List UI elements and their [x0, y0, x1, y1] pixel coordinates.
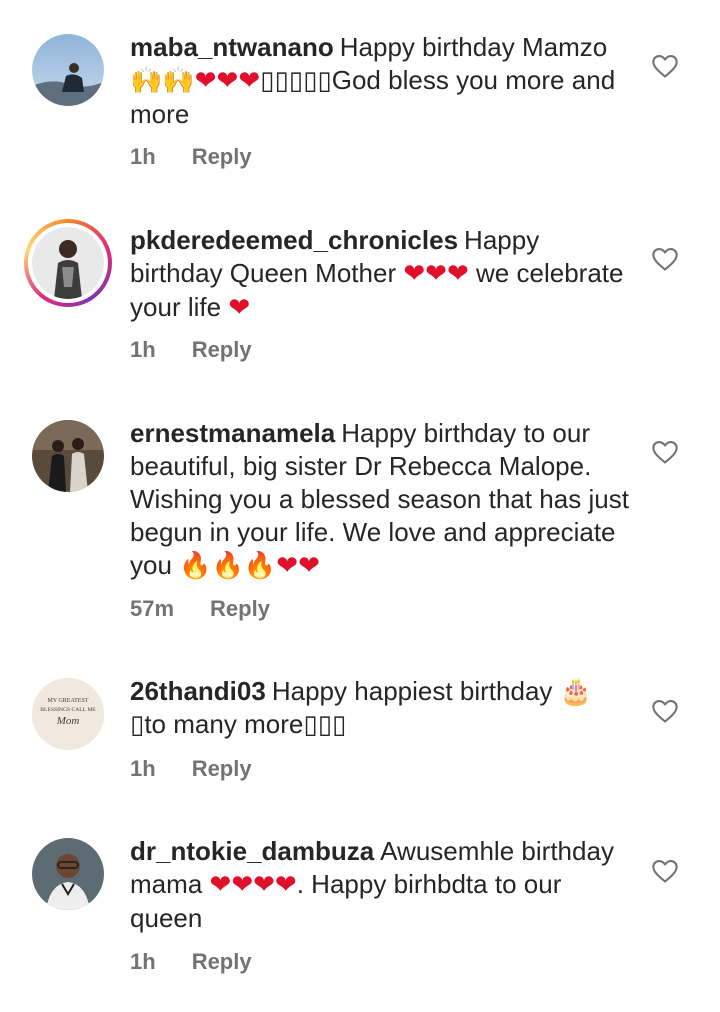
comment-text: maba_ntwanano Happy birthday Mamzo 🙌🙌❤❤❤▯… — [130, 31, 630, 131]
avatar[interactable] — [24, 219, 112, 307]
comment-username[interactable]: maba_ntwanano — [130, 32, 334, 62]
avatar-text-line: BLESSINGS CALL ME — [40, 707, 96, 713]
comment-username[interactable]: 26thandi03 — [130, 676, 266, 706]
avatar[interactable] — [32, 34, 104, 106]
heart-outline-icon[interactable] — [650, 245, 680, 273]
comment-text: dr_ntokie_dambuza Awusemhle birthday mama… — [130, 835, 630, 935]
comment-meta: 1h Reply — [130, 756, 252, 782]
comment-timestamp: 1h — [130, 144, 156, 169]
comment-username[interactable]: ernestmanamela — [130, 418, 335, 448]
comment-text: pkderedeemed_chronicles Happy birthday Qu… — [130, 224, 630, 325]
comment-meta: 57m Reply — [130, 596, 270, 622]
comment-meta: 1h Reply — [130, 949, 252, 975]
avatar[interactable] — [32, 838, 104, 910]
reply-button[interactable]: Reply — [210, 596, 270, 622]
heart-outline-icon[interactable] — [650, 857, 680, 885]
avatar[interactable]: MY GREATEST BLESSINGS CALL ME Mom — [32, 678, 104, 750]
comment-meta: 1h Reply — [130, 337, 252, 363]
comment-timestamp: 57m — [130, 596, 175, 621]
avatar-text-line: Mom — [56, 715, 80, 727]
reply-button[interactable]: Reply — [192, 337, 252, 363]
avatar-text-line: MY GREATEST — [48, 698, 89, 704]
reply-button[interactable]: Reply — [192, 144, 252, 170]
heart-outline-icon[interactable] — [650, 52, 680, 80]
reply-button[interactable]: Reply — [192, 949, 252, 975]
comment-timestamp: 1h — [130, 949, 156, 974]
heart-outline-icon[interactable] — [650, 697, 680, 725]
comment-text: ernestmanamela Happy birthday to our beau… — [130, 417, 630, 583]
comment-timestamp: 1h — [130, 337, 156, 362]
avatar[interactable] — [32, 420, 104, 492]
heart-outline-icon[interactable] — [650, 438, 680, 466]
comment-meta: 1h Reply — [130, 144, 252, 170]
comment-username[interactable]: pkderedeemed_chronicles — [130, 225, 458, 255]
comment-username[interactable]: dr_ntokie_dambuza — [130, 836, 374, 866]
comment-timestamp: 1h — [130, 756, 156, 781]
comment-text: 26thandi03 Happy happiest birthday 🎂 ▯to … — [130, 675, 630, 741]
reply-button[interactable]: Reply — [192, 756, 252, 782]
story-ring — [28, 223, 108, 303]
